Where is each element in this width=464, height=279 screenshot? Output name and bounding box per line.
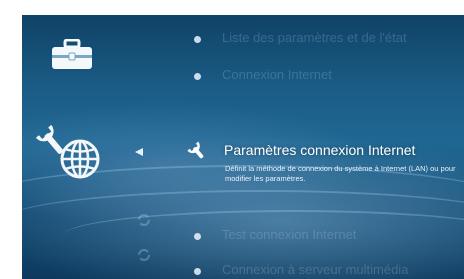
menu-item-label: Connexion Internet — [222, 67, 332, 82]
bullet-icon — [194, 73, 201, 80]
bullet-icon — [194, 36, 201, 43]
selected-item-title: Paramètres connexion Internet — [224, 142, 416, 158]
xmb-screen: Liste des paramètres et de l'état Connex… — [22, 15, 464, 279]
menu-item-internet-connection[interactable]: Connexion Internet — [22, 66, 464, 88]
back-arrow-icon[interactable] — [134, 144, 144, 162]
menu-item-label: Liste des paramètres et de l'état — [222, 30, 407, 45]
wrench-icon — [185, 139, 207, 166]
menu-item-label: Connexion à serveur multimédia — [222, 262, 409, 277]
bullet-icon — [194, 233, 201, 240]
bullet-icon — [194, 268, 201, 275]
menu-item-status-list[interactable]: Liste des paramètres et de l'état — [22, 29, 464, 51]
menu-item-label: Test connexion Internet — [222, 227, 357, 242]
menu-item-connection-test[interactable]: Test connexion Internet — [22, 226, 464, 248]
menu-item-media-server[interactable]: Connexion à serveur multimédia — [22, 261, 464, 279]
network-settings-icon[interactable] — [34, 119, 106, 188]
selected-item-description: Définit la méthode de connexion du systè… — [225, 164, 456, 183]
